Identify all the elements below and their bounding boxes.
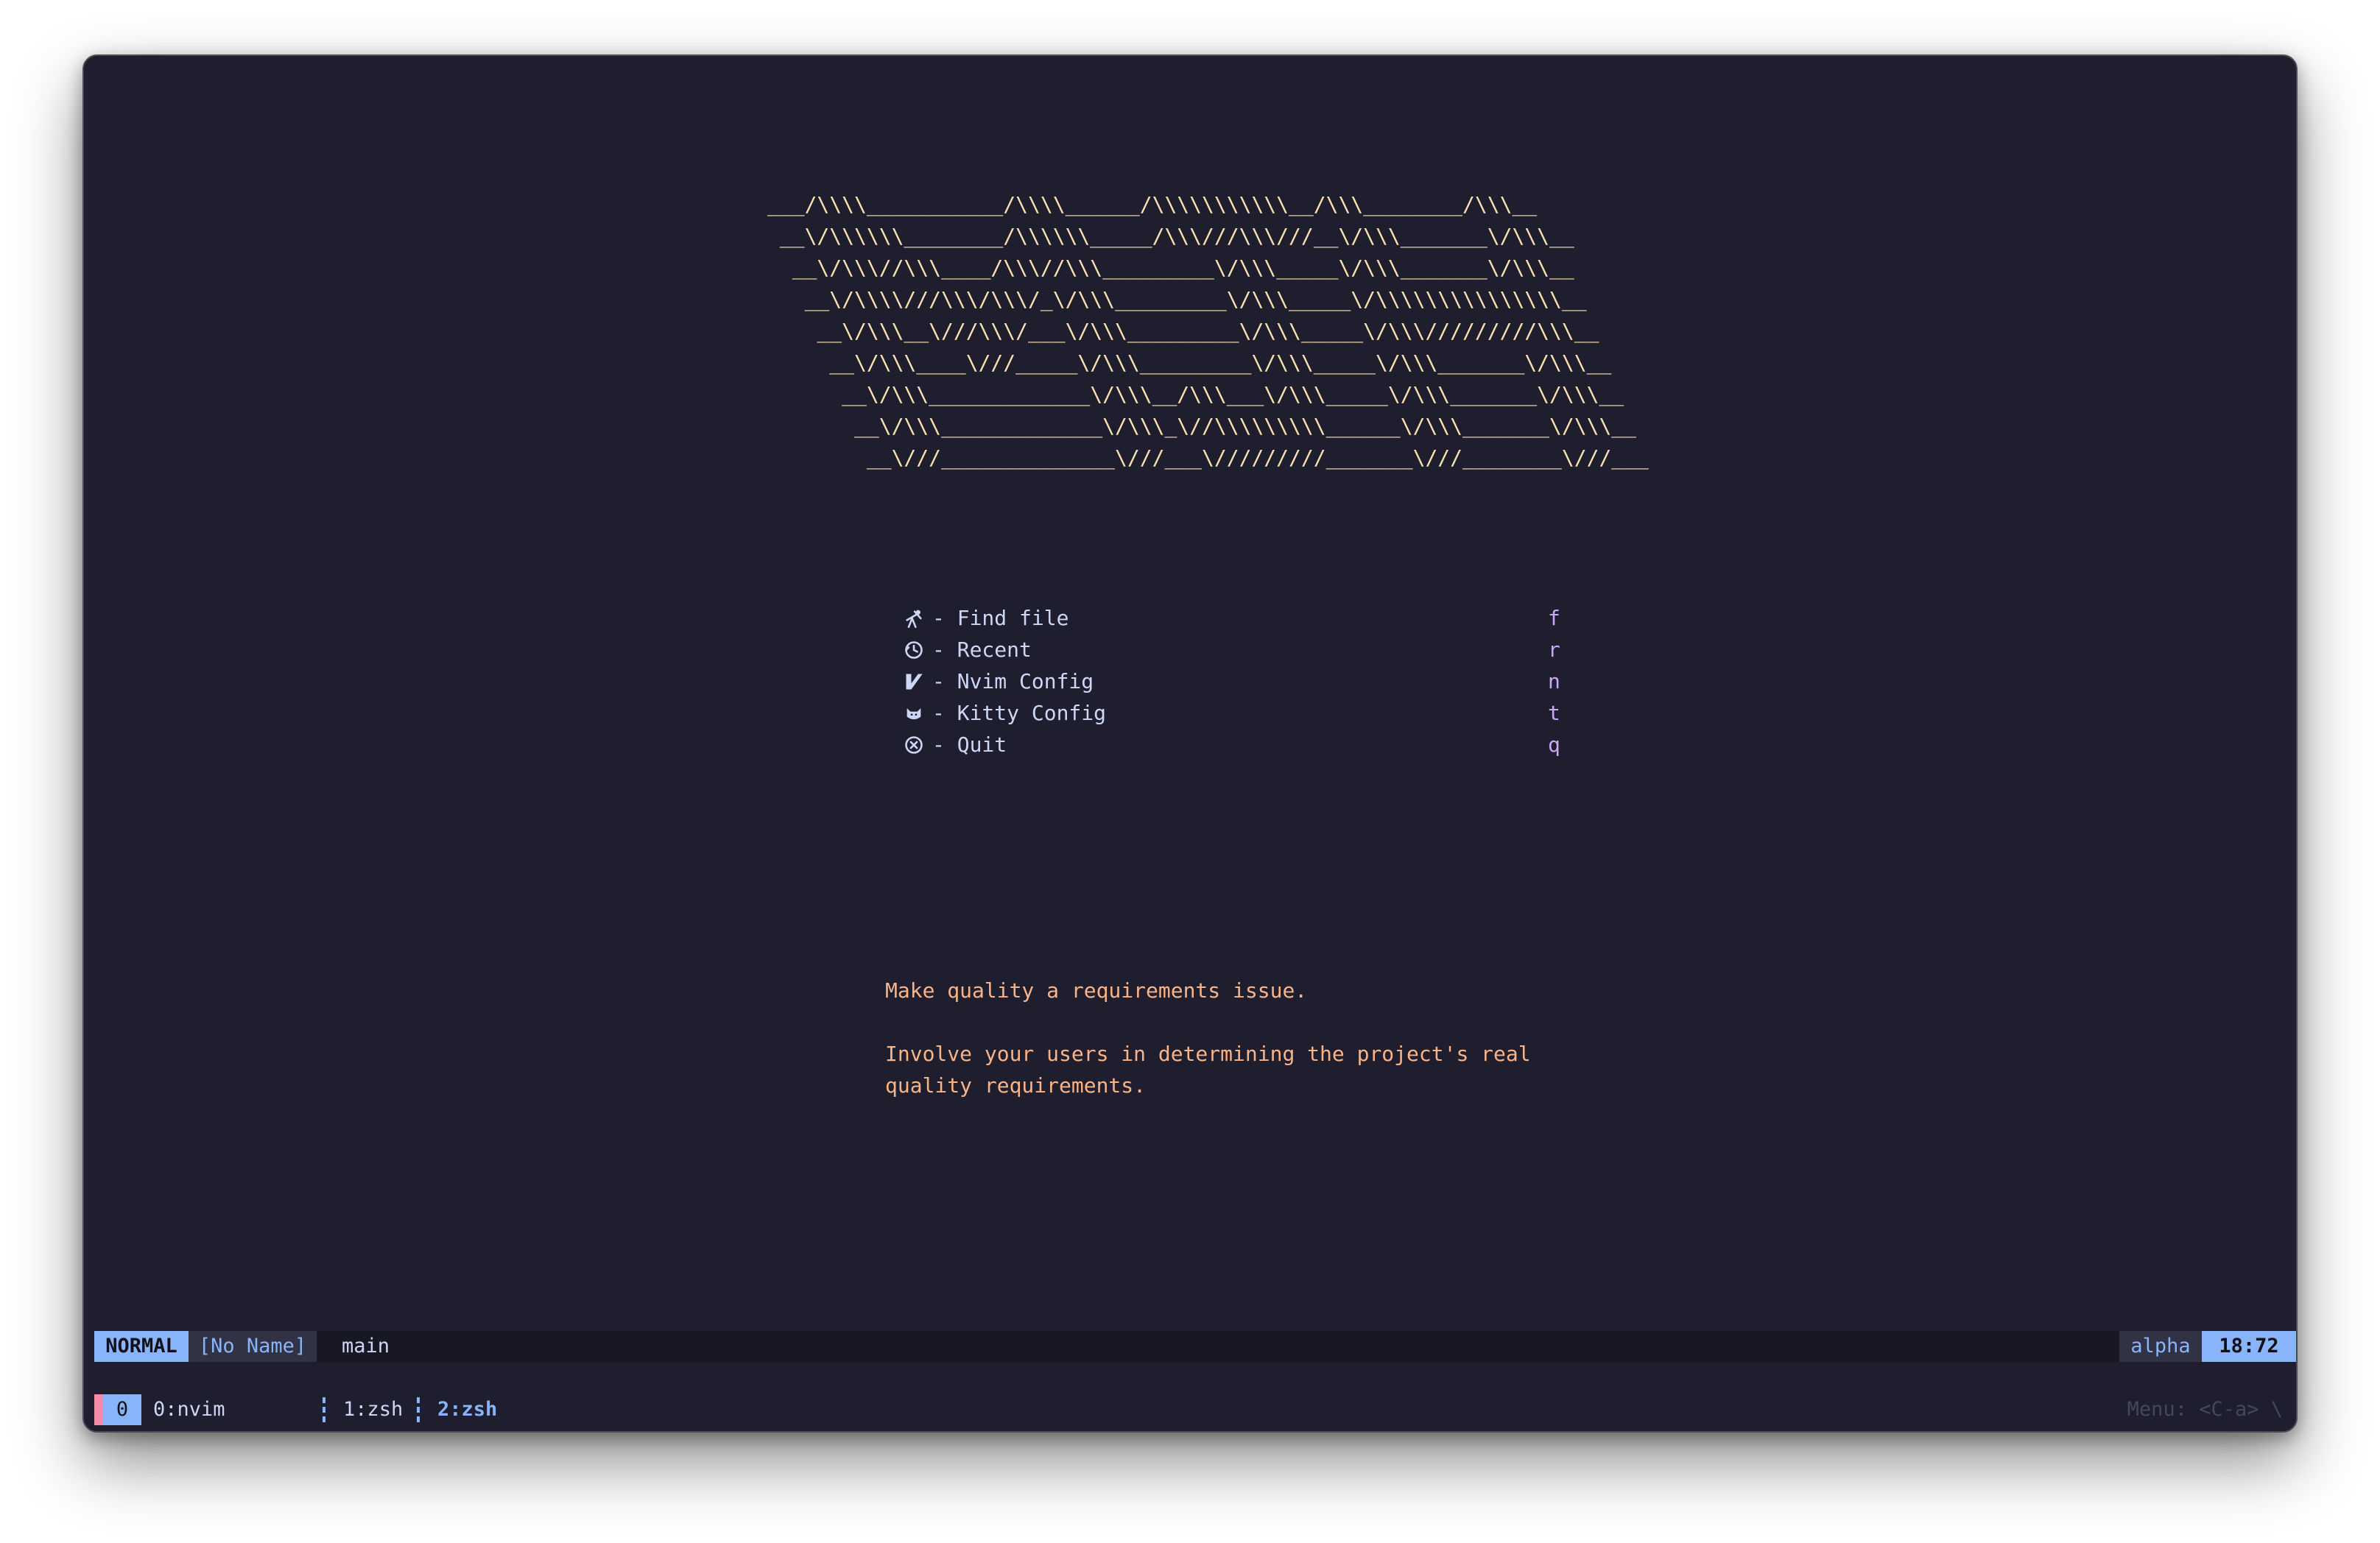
banner-line: __\/\\\____\///_____\/\\\_________\/\\\_… — [767, 350, 1612, 375]
menu-item-shortcut: t — [1548, 701, 1560, 725]
menu-item-label: - Recent — [932, 638, 1032, 662]
menu-item-label: - Quit — [932, 732, 1007, 757]
menu-item-recent[interactable]: - Recent r — [894, 634, 1630, 665]
menu-item-nvim-config[interactable]: - Nvim Config n — [894, 665, 1630, 697]
menu-item-label: - Find file — [932, 606, 1069, 630]
telescope-icon — [903, 602, 925, 634]
menu-item-shortcut: n — [1548, 669, 1560, 693]
banner-line: __\///______________\///___\/////////___… — [767, 445, 1649, 470]
quote-line: quality requirements. — [885, 1073, 1147, 1098]
tmux-session[interactable]: 0 — [94, 1394, 141, 1425]
menu-item-label: - Kitty Config — [932, 701, 1107, 725]
menu-item-shortcut: f — [1548, 606, 1560, 630]
terminal-window: ___/\\\\___________/\\\\______/\\\\\\\\\… — [82, 54, 2298, 1433]
tmux-separator — [417, 1397, 420, 1422]
filename: [No Name] — [189, 1331, 317, 1362]
quote-line: Make quality a requirements issue. — [885, 978, 1308, 1003]
mode-indicator: NORMAL — [94, 1331, 189, 1362]
tmux-status-bar: 0 0:nvim 1:zsh 2:zsh Menu: <C-a> \ — [94, 1394, 2286, 1425]
menu-item-shortcut: r — [1548, 638, 1560, 662]
banner-line: __\/\\\\\\________/\\\\\\_____/\\\///\\\… — [767, 224, 1574, 248]
close-circle-icon — [903, 729, 925, 760]
quote-line: Involve your users in determining the pr… — [885, 1042, 1531, 1066]
tmux-window-2[interactable]: 2:zsh — [437, 1394, 497, 1425]
banner-line: __\/\\\_____________\/\\\__/\\\___\/\\\_… — [767, 382, 1624, 406]
banner-line: ___/\\\\___________/\\\\______/\\\\\\\\\… — [767, 192, 1538, 216]
tmux-menu-hint: Menu: <C-a> \ — [2127, 1398, 2283, 1421]
history-icon — [903, 634, 925, 665]
statusline: NORMAL [No Name] main alpha 18:72 — [94, 1331, 2296, 1362]
banner-line: __\/\\\//\\\____/\\\//\\\_________\/\\\_… — [767, 255, 1574, 280]
menu-item-shortcut: q — [1548, 732, 1560, 757]
filetype: alpha — [2119, 1331, 2202, 1362]
menu-item-find-file[interactable]: - Find file f — [894, 602, 1630, 634]
menu-item-label: - Nvim Config — [932, 669, 1094, 693]
tmux-window-1[interactable]: 1:zsh — [343, 1394, 403, 1425]
banner-line: __\/\\\__\///\\\/___\/\\\_________\/\\\_… — [767, 319, 1599, 343]
cat-icon — [903, 697, 925, 729]
dashboard-menu: - Find file f - Recent r - Nvim Config n — [894, 602, 1630, 760]
tmux-window-0[interactable]: 0:nvim — [153, 1394, 225, 1425]
banner-line: __\/\\\\///\\\/\\\/_\/\\\_________\/\\\_… — [767, 287, 1587, 311]
vim-icon — [903, 665, 925, 697]
banner-line: __\/\\\_____________\/\\\_\//\\\\\\\\\__… — [767, 414, 1637, 438]
menu-item-kitty-config[interactable]: - Kitty Config t — [894, 697, 1630, 729]
cursor-position: 18:72 — [2202, 1331, 2296, 1362]
tmux-separator — [323, 1397, 325, 1422]
fortune-quote: Make quality a requirements issue. Invol… — [885, 975, 1769, 1101]
quote-spacer — [885, 1006, 1769, 1038]
git-branch: main — [342, 1335, 390, 1357]
menu-item-quit[interactable]: - Quit q — [894, 729, 1630, 760]
